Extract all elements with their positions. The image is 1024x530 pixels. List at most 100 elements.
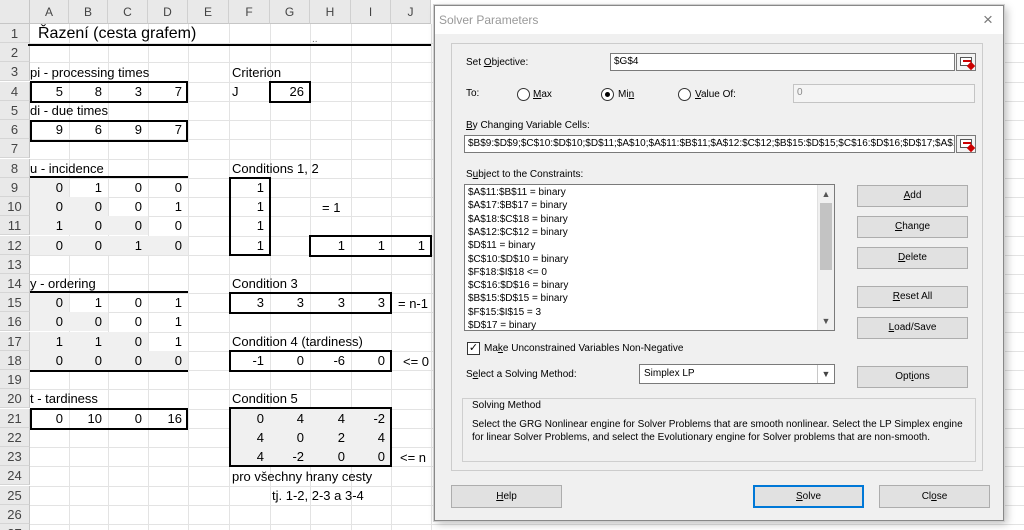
constraints-list[interactable]: ▲ ▼ $A$11:$B$11 = binary $A$17:$B$17 = bi… xyxy=(464,184,835,331)
constraint-item[interactable]: $D$17 = binary xyxy=(468,320,536,330)
value-of-radio[interactable] xyxy=(678,88,691,101)
change-button[interactable]: Change xyxy=(857,216,968,238)
u-cell[interactable]: 0 xyxy=(30,235,69,255)
add-button[interactable]: Add xyxy=(857,185,968,207)
row-header[interactable]: 13 xyxy=(0,254,30,274)
dialog-title-bar[interactable]: Solver Parameters × xyxy=(435,6,1003,34)
changing-cells-input[interactable]: $B$9:$D$9;$C$10:$D$10;$D$11;$A$10;$A$11:… xyxy=(464,135,955,153)
close-icon[interactable]: × xyxy=(977,9,999,31)
u-cell[interactable]: 0 xyxy=(148,178,188,197)
column-header[interactable]: H xyxy=(310,0,351,24)
constraint-item[interactable]: $A$11:$B$11 = binary xyxy=(468,187,566,198)
u-cell[interactable]: 0 xyxy=(69,216,108,236)
row-header[interactable]: 2 xyxy=(0,43,30,63)
column-header[interactable]: E xyxy=(188,0,229,24)
y-cell[interactable]: 0 xyxy=(108,312,148,331)
u-cell[interactable]: 0 xyxy=(30,177,69,197)
load-save-button[interactable]: Load/Save xyxy=(857,317,968,339)
row-header[interactable]: 14 xyxy=(0,273,30,293)
row-header[interactable]: 19 xyxy=(0,370,30,390)
row-header[interactable]: 7 xyxy=(0,139,30,159)
column-header[interactable]: B xyxy=(69,0,108,24)
u-cell[interactable]: 0 xyxy=(108,197,148,216)
row-header[interactable]: 21 xyxy=(0,408,30,428)
column-header[interactable]: C xyxy=(108,0,148,24)
column-header[interactable]: D xyxy=(148,0,188,24)
row-header[interactable]: 12 xyxy=(0,235,30,255)
row-header[interactable]: 10 xyxy=(0,197,30,217)
y-cell[interactable]: 0 xyxy=(30,350,69,370)
help-button[interactable]: Help xyxy=(451,485,562,508)
row-header[interactable]: 18 xyxy=(0,350,30,370)
constraint-item[interactable]: $F$15:$I$15 = 3 xyxy=(468,307,541,318)
constraint-item[interactable]: $C$10:$D$10 = binary xyxy=(468,254,568,265)
row-header[interactable]: 1 xyxy=(0,24,30,43)
row-header[interactable]: 4 xyxy=(0,81,30,101)
row-header[interactable]: 16 xyxy=(0,312,30,332)
scroll-thumb[interactable] xyxy=(820,203,832,270)
row-header[interactable]: 6 xyxy=(0,120,30,140)
row-header[interactable]: 3 xyxy=(0,62,30,82)
solving-method-select[interactable]: Simplex LP ▼ xyxy=(639,364,835,384)
u-cell[interactable]: 1 xyxy=(69,178,108,197)
column-header[interactable]: J xyxy=(391,0,431,24)
y-cell[interactable]: 1 xyxy=(148,293,188,312)
y-cell[interactable]: 1 xyxy=(69,293,108,312)
row-header[interactable]: 23 xyxy=(0,447,30,467)
u-cell[interactable]: 0 xyxy=(108,178,148,197)
column-header[interactable]: A xyxy=(30,0,69,24)
u-cell[interactable]: 0 xyxy=(108,216,148,236)
row-header[interactable]: 24 xyxy=(0,466,30,486)
reset-all-button[interactable]: Reset All xyxy=(857,286,968,308)
delete-button[interactable]: Delete xyxy=(857,247,968,269)
constraint-item[interactable]: $C$16:$D$16 = binary xyxy=(468,280,568,291)
row-header[interactable]: 9 xyxy=(0,177,30,197)
y-cell[interactable]: 0 xyxy=(108,350,148,370)
objective-input[interactable]: $G$4 xyxy=(610,53,955,71)
y-cell[interactable]: 1 xyxy=(148,332,188,351)
scroll-up-icon[interactable]: ▲ xyxy=(818,186,834,202)
row-header[interactable]: 5 xyxy=(0,100,30,120)
constraint-item[interactable]: $A$12:$C$12 = binary xyxy=(468,227,568,238)
row-header[interactable]: 27 xyxy=(0,523,30,530)
constraint-item[interactable]: $B$15:$D$15 = binary xyxy=(468,293,568,304)
constraint-item[interactable]: $A$17:$B$17 = binary xyxy=(468,200,567,211)
y-cell[interactable]: 0 xyxy=(30,293,69,313)
row-header[interactable]: 26 xyxy=(0,504,30,524)
select-all-corner[interactable] xyxy=(0,0,30,24)
close-button[interactable]: Close xyxy=(879,485,990,508)
chevron-down-icon[interactable]: ▼ xyxy=(817,365,834,383)
column-header[interactable]: I xyxy=(351,0,391,24)
constraint-item[interactable]: $A$18:$C$18 = binary xyxy=(468,214,568,225)
max-radio[interactable] xyxy=(517,88,530,101)
row-header[interactable]: 20 xyxy=(0,389,30,409)
row-header[interactable]: 22 xyxy=(0,427,30,447)
row-header[interactable]: 15 xyxy=(0,293,30,313)
row-header[interactable]: 8 xyxy=(0,158,30,178)
y-cell[interactable]: 0 xyxy=(108,331,148,351)
value-of-input[interactable]: 0 xyxy=(793,84,975,103)
solve-button[interactable]: Solve xyxy=(753,485,864,508)
y-cell[interactable]: 1 xyxy=(69,331,108,351)
column-header[interactable]: G xyxy=(270,0,310,24)
y-cell[interactable]: 1 xyxy=(148,312,188,331)
objective-range-selector-icon[interactable] xyxy=(956,53,976,71)
changing-cells-range-selector-icon[interactable] xyxy=(956,135,976,153)
y-cell[interactable]: 0 xyxy=(30,312,69,332)
constraint-item[interactable]: $D$11 = binary xyxy=(468,240,535,251)
options-button[interactable]: Options xyxy=(857,366,968,388)
u-cell[interactable]: 0 xyxy=(69,197,108,217)
constraints-scrollbar[interactable]: ▲ ▼ xyxy=(817,185,834,330)
column-header[interactable]: F xyxy=(229,0,270,24)
u-cell[interactable]: 1 xyxy=(108,235,148,255)
constraint-item[interactable]: $F$18:$I$18 <= 0 xyxy=(468,267,547,278)
u-cell[interactable]: 0 xyxy=(148,235,188,255)
y-cell[interactable]: 1 xyxy=(30,331,69,351)
y-cell[interactable]: 0 xyxy=(69,312,108,332)
y-cell[interactable]: 0 xyxy=(69,350,108,370)
u-cell[interactable]: 0 xyxy=(148,216,188,235)
row-header[interactable]: 25 xyxy=(0,485,30,505)
non-negative-checkbox[interactable]: ✓ xyxy=(467,342,480,355)
u-cell[interactable]: 1 xyxy=(148,197,188,216)
row-header[interactable]: 11 xyxy=(0,216,30,236)
